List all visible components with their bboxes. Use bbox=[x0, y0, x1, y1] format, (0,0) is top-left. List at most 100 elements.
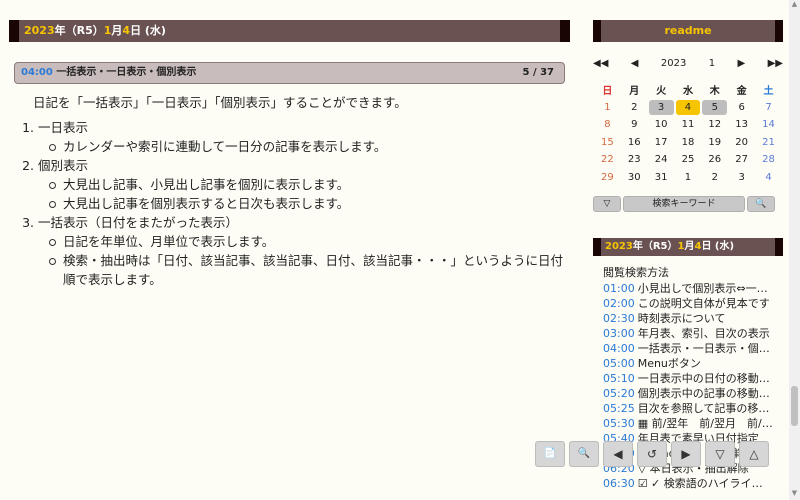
scrollbar-thumb[interactable] bbox=[791, 386, 798, 426]
calendar-day[interactable]: 1 bbox=[595, 100, 620, 116]
toc-item-label: ☑ ✓ 検索語のハイライト表示 bbox=[637, 477, 773, 490]
calendar-day[interactable]: 11 bbox=[676, 117, 701, 133]
scrollbar[interactable]: ▲ ▼ bbox=[789, 0, 800, 500]
toc-item-label: ▦ 前/翌年 前/翌月 前/翌週 bbox=[637, 417, 773, 430]
search-button[interactable]: 🔍 bbox=[569, 441, 599, 467]
calendar-day[interactable]: 23 bbox=[622, 152, 647, 168]
calendar-day[interactable]: 25 bbox=[676, 152, 701, 168]
toc-item[interactable]: 03:00 年月表、索引、目次の表示 bbox=[603, 326, 773, 341]
entry-title: 一括表示・一日表示・個別表示 bbox=[56, 67, 197, 78]
prev-month-button[interactable]: ◀ bbox=[631, 58, 639, 69]
calendar-day[interactable]: 29 bbox=[595, 170, 620, 186]
calendar-day[interactable]: 17 bbox=[649, 135, 674, 151]
calendar-day[interactable]: 22 bbox=[595, 152, 620, 168]
calendar-day[interactable]: 20 bbox=[729, 135, 754, 151]
search-toggle-button[interactable]: ▽ bbox=[593, 196, 621, 212]
toc-item[interactable]: 06:30 ☑ ✓ 検索語のハイライト表示 bbox=[603, 476, 773, 491]
toc-item-time: 05:25 bbox=[603, 402, 635, 415]
toc-item[interactable]: 01:00小見出しで個別表示⇔一日表… bbox=[603, 281, 773, 296]
calendar-day[interactable]: 24 bbox=[649, 152, 674, 168]
toc-item[interactable]: 02:30 時刻表示について bbox=[603, 311, 773, 326]
calendar-day[interactable]: 5 bbox=[702, 99, 728, 115]
toc-item[interactable]: 05:30 ▦ 前/翌年 前/翌月 前/翌週 bbox=[603, 416, 773, 431]
calendar-day[interactable]: 26 bbox=[702, 152, 727, 168]
calendar-day[interactable]: 13 bbox=[729, 117, 754, 133]
calendar-day[interactable]: 21 bbox=[756, 135, 781, 151]
next-month-button[interactable]: ▶ bbox=[737, 58, 745, 69]
calendar-day[interactable]: 4 bbox=[756, 170, 781, 186]
toc-item[interactable]: 05:20 個別表示中の記事の移動 記… bbox=[603, 386, 773, 401]
feature-list: 一日表示 カレンダーや索引に連動して一日分の記事を表示します。 個別表示 大見出… bbox=[20, 118, 565, 289]
calendar-day[interactable]: 16 bbox=[622, 135, 647, 151]
calendar-day[interactable]: 9 bbox=[622, 117, 647, 133]
calendar-day[interactable]: 7 bbox=[756, 100, 781, 116]
date-era: 年（R5） bbox=[54, 24, 104, 37]
calendar-day[interactable]: 6 bbox=[729, 100, 754, 116]
sub-item: 日記を年単位、月単位で表示します。 bbox=[49, 232, 565, 251]
toc-item[interactable]: 02:00 この説明文自体が見本です bbox=[603, 296, 773, 311]
sidebar-date-weekday: 日 (水) bbox=[701, 241, 735, 252]
toc-item[interactable]: 04:00一括表示・一日表示・個別表示 bbox=[603, 341, 773, 356]
toc-item[interactable]: 05:10 一日表示中の日付の移動 日… bbox=[603, 371, 773, 386]
calendar-day[interactable]: 30 bbox=[622, 170, 647, 186]
search-keyword-button[interactable]: 検索キーワード bbox=[623, 196, 745, 212]
calendar-day[interactable]: 15 bbox=[595, 135, 620, 151]
calendar-day[interactable]: 4 bbox=[675, 99, 701, 115]
calendar-day[interactable]: 31 bbox=[649, 170, 674, 186]
toc-item[interactable]: 05:00 Menuボタン bbox=[603, 356, 773, 371]
calendar-day[interactable]: 19 bbox=[702, 135, 727, 151]
calendar-year[interactable]: 2023 bbox=[661, 58, 686, 69]
search-icon: 🔍 bbox=[755, 199, 767, 209]
down-button[interactable]: ▽ bbox=[705, 441, 735, 467]
calendar-day[interactable]: 27 bbox=[729, 152, 754, 168]
calendar-day[interactable]: 10 bbox=[649, 117, 674, 133]
toc-item-label: 一日表示中の日付の移動 日… bbox=[637, 372, 773, 385]
calendar-day[interactable]: 3 bbox=[648, 99, 674, 115]
sub-item: 検索・抽出時は「日付、該当記事、該当記事、日付、該当記事・・・」というように日付… bbox=[49, 253, 564, 287]
toc-item-time: 02:30 bbox=[603, 312, 635, 325]
next-button[interactable]: ▶ bbox=[671, 441, 701, 467]
calendar-weekday: 土 bbox=[763, 86, 774, 98]
calendar-day[interactable]: 18 bbox=[676, 135, 701, 151]
calendar-day[interactable]: 3 bbox=[729, 170, 754, 186]
sidebar: readme ◀◀ ◀ 2023 1 ▶ ▶▶ 日月火水木金土 12345678… bbox=[589, 0, 789, 500]
toc-item-label: Menuボタン bbox=[637, 357, 701, 370]
toc-item-time: 05:10 bbox=[603, 372, 635, 385]
calendar-weekday: 木 bbox=[709, 86, 720, 98]
toc-item-time: 05:00 bbox=[603, 357, 635, 370]
calendar-day[interactable]: 2 bbox=[622, 100, 647, 116]
calendar-day[interactable]: 28 bbox=[756, 152, 781, 168]
sub-item: 大見出し記事、小見出し記事を個別に表示します。 bbox=[49, 175, 565, 194]
calendar-day[interactable]: 14 bbox=[756, 117, 781, 133]
date-day: 4 bbox=[122, 24, 131, 37]
sidebar-title[interactable]: readme bbox=[593, 20, 783, 42]
calendar-day[interactable]: 1 bbox=[676, 170, 701, 186]
prev-year-button[interactable]: ◀◀ bbox=[593, 58, 608, 69]
scroll-down-arrow-icon[interactable]: ▼ bbox=[789, 489, 800, 500]
calendar-day[interactable]: 8 bbox=[595, 117, 620, 133]
calendar-day[interactable]: 12 bbox=[702, 117, 727, 133]
search-row: ▽ 検索キーワード 🔍 bbox=[593, 196, 783, 212]
list-item-label: 一括表示（日付をまたがった表示） bbox=[38, 215, 239, 230]
search-button[interactable]: 🔍 bbox=[747, 196, 775, 212]
entry-header[interactable]: 04:00 一括表示・一日表示・個別表示 5 / 37 bbox=[14, 62, 565, 84]
document-button[interactable]: 📄 bbox=[535, 441, 565, 467]
toc-item-label: この説明文自体が見本です bbox=[637, 297, 770, 310]
up-button[interactable]: △ bbox=[739, 441, 769, 467]
prev-button[interactable]: ◀ bbox=[603, 441, 633, 467]
reload-button[interactable]: ↺ bbox=[637, 441, 667, 467]
calendar-weekday: 日 bbox=[602, 86, 613, 98]
toc-item-time: 05:30 bbox=[603, 417, 635, 430]
calendar: 日月火水木金土 1 2 3 4 5 6 7 8 9 10 11 12 13 14 15 16 17 18 19 20 2… bbox=[593, 80, 783, 187]
toc-item-time: 03:00 bbox=[603, 327, 635, 340]
sidebar-date-month-suffix: 月 bbox=[684, 241, 695, 252]
next-year-button[interactable]: ▶▶ bbox=[768, 58, 783, 69]
calendar-month[interactable]: 1 bbox=[709, 58, 715, 69]
toc-item-time: 04:00 bbox=[603, 342, 635, 355]
toc-item[interactable]: 05:25 目次を参照して記事の移動 … bbox=[603, 401, 773, 416]
sidebar-date-era: 年（R5） bbox=[632, 241, 678, 252]
scroll-up-arrow-icon[interactable]: ▲ bbox=[789, 0, 800, 11]
calendar-day[interactable]: 2 bbox=[702, 170, 727, 186]
entry-body: 日記を「一括表示」「一日表示」「個別表示」することができます。 一日表示 カレン… bbox=[20, 93, 565, 289]
entry-pager: 5 / 37 bbox=[522, 67, 555, 78]
